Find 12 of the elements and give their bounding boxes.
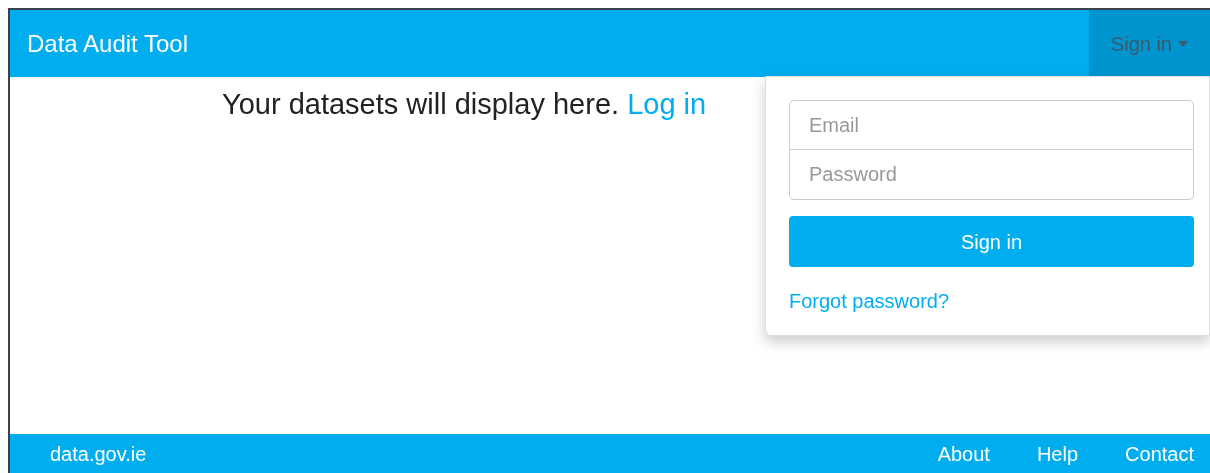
forgot-password-link[interactable]: Forgot password? — [789, 286, 950, 316]
footer-link[interactable]: Help — [1036, 438, 1079, 469]
log-in-link[interactable]: Log in — [627, 88, 707, 120]
caret-icon — [1178, 40, 1188, 47]
sign-in-toggle[interactable]: Sign in — [1088, 10, 1210, 77]
sign-in-button[interactable]: Sign in — [789, 216, 1194, 267]
footer-link[interactable]: About — [937, 438, 990, 469]
email-field[interactable]: Email — [789, 100, 1194, 150]
password-field[interactable]: Password — [789, 150, 1194, 200]
brand-title: Data Audit Tool — [26, 28, 188, 59]
site-link[interactable]: data.gov.ie — [50, 438, 147, 469]
footer-link[interactable]: Contact — [1125, 438, 1194, 469]
